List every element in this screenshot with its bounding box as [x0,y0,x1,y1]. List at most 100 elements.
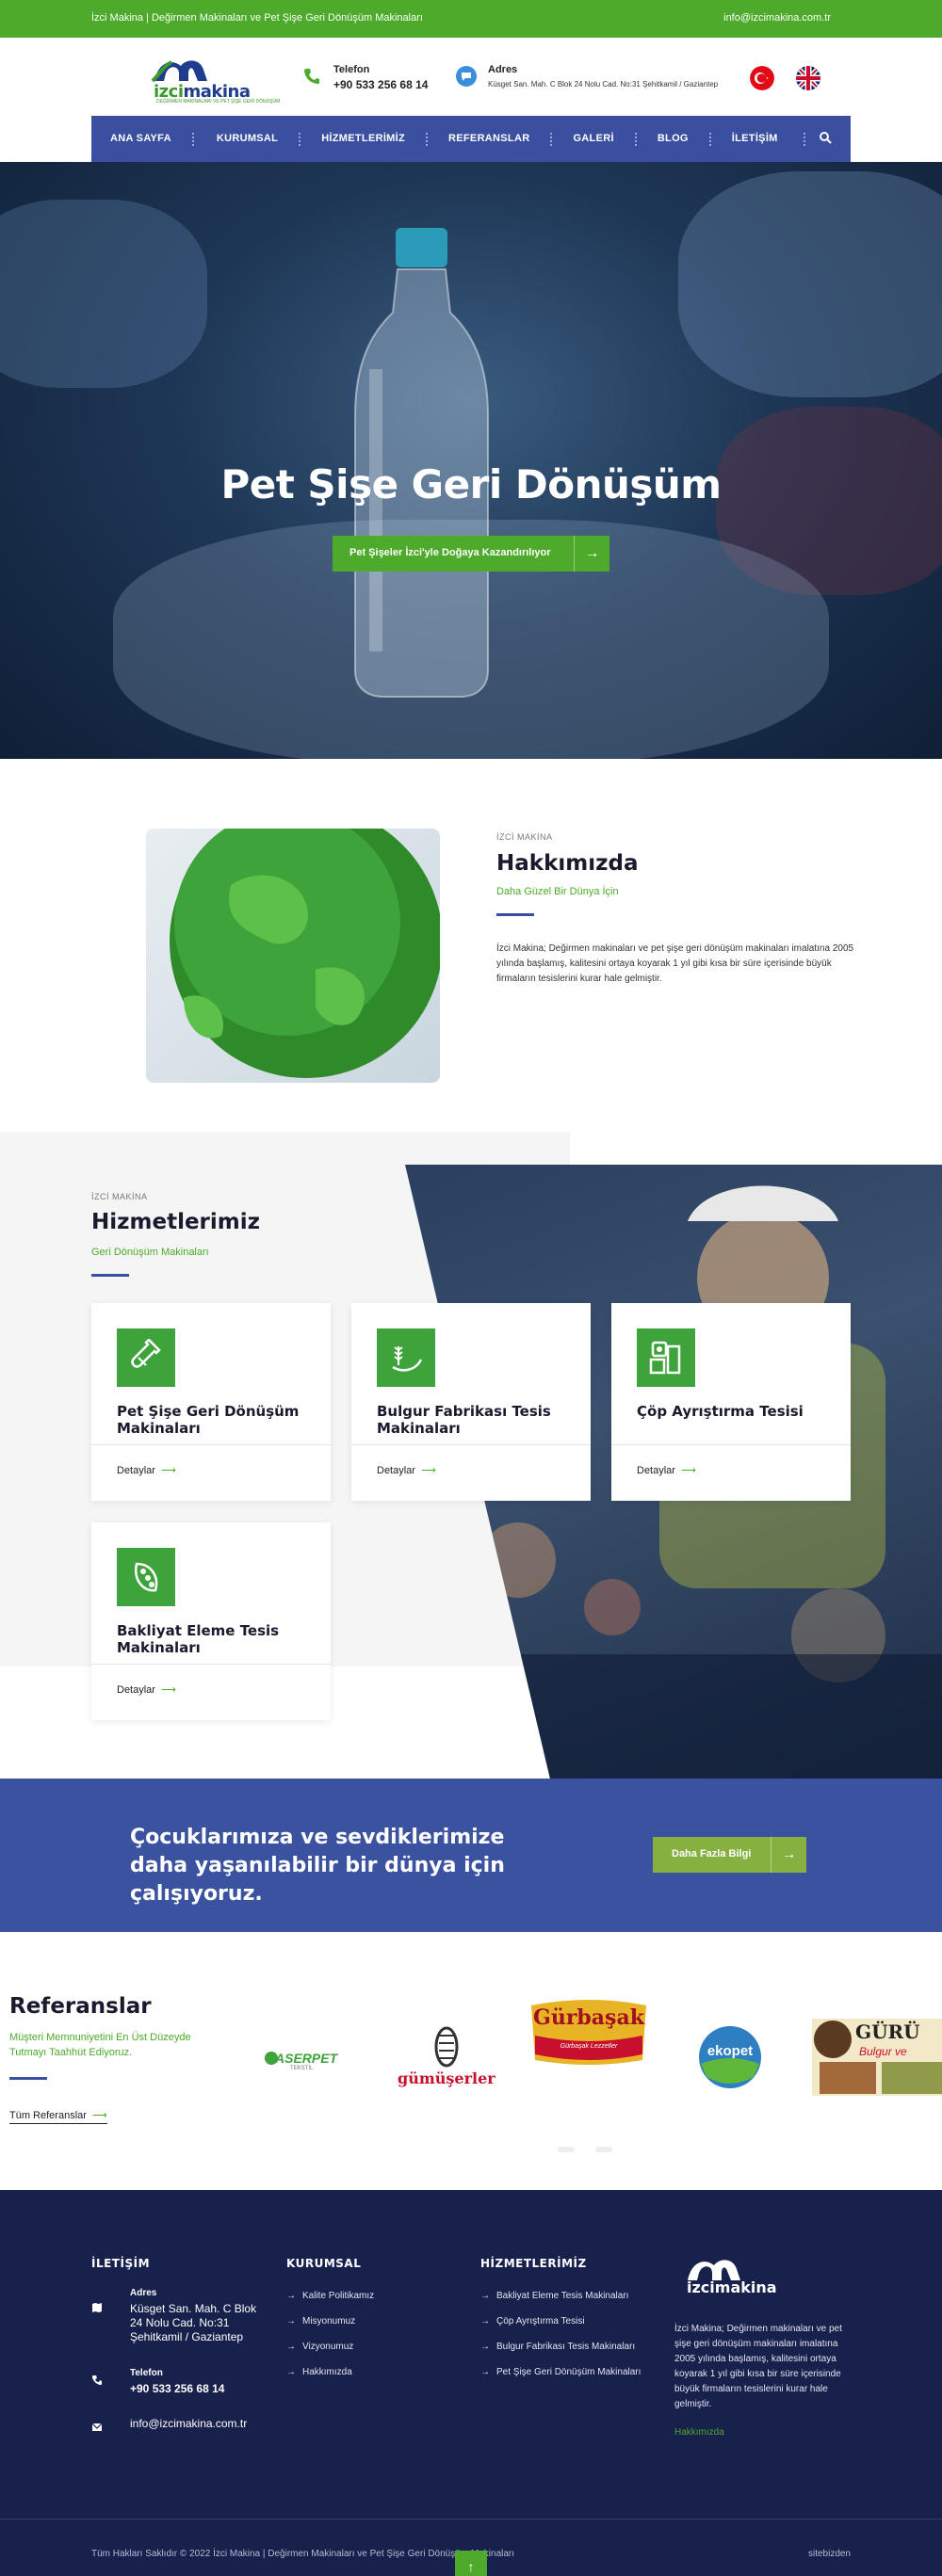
footer-copyright: Tüm Hakları Saklıdır © 2022 İzci Makina … [91,2549,515,2559]
service-card-title: Pet Şişe Geri Dönüşüm Makinaları [117,1403,300,1437]
services-title: Hizmetlerimiz [91,1210,261,1234]
hero-title: Pet Şişe Geri Dönüşüm [220,461,722,507]
footer-logo-text: izcimakina [687,2278,777,2296]
arrow-right-icon: → [286,2316,296,2326]
service-card[interactable]: Pet Şişe Geri Dönüşüm Makinaları Detayla… [91,1303,331,1501]
address-value: Küsget San. Mah. C Blok 24 Nolu Cad. No:… [488,80,719,89]
all-references-link[interactable]: Tüm Referanslar ⟶ [9,2109,107,2124]
scroll-to-top-button[interactable]: ↑ [455,2551,487,2576]
nav-references[interactable]: REFERANSLAR [428,116,553,162]
arrow-right-icon: → [480,2316,490,2326]
phone-icon [301,66,322,87]
about-text: İzci Makina; Değirmen makinaları ve pet … [496,943,854,984]
bottle-icon [117,1328,175,1387]
footer-logo[interactable]: izcimakina [684,2256,777,2303]
address-label: Adres [488,64,518,75]
footer-signature-link[interactable]: sitebizden [808,2549,851,2559]
mail-icon [91,2422,103,2433]
footer-link-service[interactable]: → Bakliyat Eleme Tesis Makinaları [480,2291,628,2301]
footer-link-service[interactable]: → Bulgur Fabrikası Tesis Makinaları [480,2342,635,2352]
footer-address-value: Küsget San. Mah. C Blok 24 Nolu Cad. No:… [130,2302,257,2343]
arrow-right-icon: → [286,2342,296,2352]
reference-logo-ekopet[interactable]: ekopet [697,2024,763,2090]
nav-contact[interactable]: İLETİŞİM [711,116,801,162]
arrow-right-icon: → [286,2367,296,2377]
service-card-details-link[interactable]: Detaylar ⟶ [637,1464,696,1476]
service-card[interactable]: Bulgur Fabrikası Tesis Makinaları Detayl… [351,1303,591,1501]
footer-link-about[interactable]: → Hakkımızda [286,2367,352,2377]
about-subtitle: Daha Güzel Bir Dünya İçin [496,886,619,897]
gb-flag[interactable] [796,66,820,90]
arrow-right-icon: → [480,2367,490,2377]
arrow-right-icon: ⟶ [420,1465,436,1476]
footer-link-service[interactable]: → Pet Şişe Geri Dönüşüm Makinaları [480,2367,641,2377]
service-card-details-link[interactable]: Detaylar ⟶ [377,1464,436,1476]
hero-cta-button[interactable]: Pet Şişeler İzci'yle Doğaya Kazandırılıy… [333,536,609,572]
site-logo[interactable]: izcimakina DEĞİRMEN MAKİNALARI VE PET Şİ… [151,56,280,105]
reference-logo-guru[interactable]: GÜRÜ Bulgur ve [812,2019,942,2096]
reference-logo-aserpet[interactable]: ASERPET TEKSTİL [262,2045,347,2077]
cta-text: Çocuklarımıza ve sevdiklerimize daha yaş… [130,1826,505,1906]
wheat-icon [377,1328,435,1387]
legume-icon [117,1548,175,1606]
carousel-dot[interactable] [558,2147,575,2152]
about-tag: İZCİ MAKİNA [496,832,553,842]
arrow-right-icon: → [574,536,609,572]
references-underline [9,2077,47,2080]
nav-home[interactable]: ANA SAYFA [91,116,194,162]
arrow-right-icon: ⟶ [160,1684,176,1696]
about-image-green-globe [146,829,440,1083]
service-card[interactable]: Çöp Ayrıştırma Tesisi Detaylar ⟶ [611,1303,851,1501]
arrow-right-icon: ⟶ [91,2110,107,2121]
footer-address-label: Adres [130,2288,157,2298]
footer-services-title: HİZMETLERİMİZ [480,2257,587,2270]
top-email-link[interactable]: info@izcimakina.com.tr [723,12,831,24]
footer-corporate-title: KURUMSAL [286,2257,362,2270]
footer-phone-label: Telefon [130,2368,163,2378]
footer-link-vision[interactable]: → Vizyonumuz [286,2342,353,2352]
phone-icon [91,2375,103,2386]
search-icon[interactable] [819,131,834,146]
services-underline [91,1274,129,1277]
footer-phone-value[interactable]: +90 533 256 68 14 [130,2382,224,2396]
arrow-right-icon: → [286,2291,296,2301]
service-card-details-link[interactable]: Detaylar ⟶ [117,1683,176,1696]
header: izcimakina DEĞİRMEN MAKİNALARI VE PET Şİ… [0,38,942,115]
arrow-right-icon: → [480,2342,490,2352]
nav-services[interactable]: HİZMETLERİMİZ [300,116,429,162]
logo-mark-icon [151,60,207,83]
footer-email[interactable]: info@izcimakina.com.tr [130,2417,247,2431]
tr-flag[interactable] [750,66,774,90]
reference-logo-gumuserler[interactable]: gümüşerler [394,2026,499,2092]
footer-link-mission[interactable]: → Misyonumuz [286,2316,355,2326]
about-underline [496,913,534,916]
top-bar: İzci Makina | Değirmen Makinaları ve Pet… [0,0,942,38]
cta-banner: Çocuklarımıza ve sevdiklerimize daha yaş… [0,1779,942,1932]
phone-value: +90 533 256 68 14 [333,78,429,91]
logo-tagline: DEĞİRMEN MAKİNALARI VE PET ŞİŞE GERİ DÖN… [156,99,281,105]
carousel-dot[interactable] [595,2147,612,2152]
nav-gallery[interactable]: GALERİ [552,116,637,162]
footer-about-text: İzci Makina; Değirmen makinaları ve pet … [674,2324,842,2409]
nav-blog[interactable]: BLOG [637,116,711,162]
cta-more-info-button[interactable]: Daha Fazla Bilgi → [653,1837,806,1873]
footer-link-service[interactable]: → Çöp Ayrıştırma Tesisi [480,2316,585,2326]
service-card[interactable]: Bakliyat Eleme Tesis Makinaları Detaylar… [91,1522,331,1720]
footer: İLETİŞİM Adres Küsget San. Mah. C Blok 2… [0,2190,942,2576]
reference-logo-gurbasak[interactable]: Gürbaşak Gürbaşak Lezzetler [528,1998,650,2066]
references-title: Referanslar [9,1994,152,2019]
arrow-right-icon: → [480,2291,490,2301]
arrow-right-icon: ⟶ [160,1465,176,1476]
service-card-details-link[interactable]: Detaylar ⟶ [117,1464,176,1476]
arrow-right-icon: ⟶ [680,1465,696,1476]
arrow-right-icon: → [771,1837,806,1873]
service-card-title: Çöp Ayrıştırma Tesisi [637,1403,804,1420]
footer-about-link[interactable]: Hakkımızda [674,2427,724,2438]
nav-corporate[interactable]: KURUMSAL [194,116,301,162]
recycling-machine-icon [637,1328,695,1387]
footer-link-quality-policy[interactable]: → Kalite Politikamız [286,2291,374,2301]
services-subtitle: Geri Dönüşüm Makinaları [91,1247,209,1258]
chat-bubble-icon [456,66,477,87]
hero-banner: Pet Şişe Geri Dönüşüm Pet Şişeler İzci'y… [0,162,942,759]
footer-contact-title: İLETİŞİM [91,2257,151,2270]
